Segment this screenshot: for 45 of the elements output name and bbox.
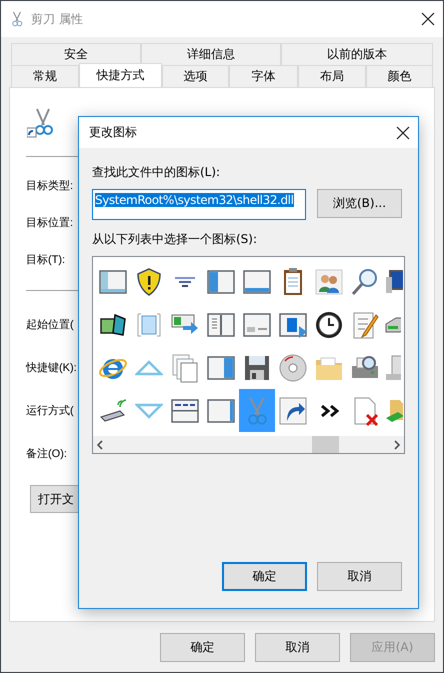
open-file-button[interactable]: 打开文 [30,485,80,513]
field-label: 起始位置( [26,318,74,333]
field-label: 目标位置: [26,216,74,231]
scroll-thumb[interactable] [312,436,339,453]
chevrons-icon [320,404,338,418]
tab[interactable]: 选项 [162,65,229,87]
file-path-field[interactable]: SystemRoot%\system32\shell32.dll [92,189,306,220]
dialog-button[interactable]: 取消 [255,633,340,662]
tab[interactable]: 以前的版本 [281,43,433,65]
field-label: 备注(O): [26,446,67,462]
tab[interactable]: 常规 [11,65,79,87]
folder-network-icon [385,398,403,422]
horizontal-scrollbar[interactable] [93,436,404,453]
up-triangle-icon [135,360,163,376]
dialog-title: 更改图标 [89,124,138,141]
field-label: 快捷键(K): [26,361,77,376]
arrow-window-icon [171,314,199,335]
computer-icon [385,269,403,294]
tab[interactable]: 安全 [11,43,141,65]
tab[interactable]: 颜色 [366,65,433,87]
icon-list-label: 从以下列表中选择一个图标(S): [92,230,258,248]
field-label: 目标(T): [26,253,66,268]
scroll-right-icon[interactable] [393,440,401,450]
disc-icon [277,352,309,384]
usb-icon [100,399,126,422]
dialog-button[interactable]: 取消 [317,562,402,591]
tab[interactable]: 字体 [229,65,298,87]
tab[interactable]: 详细信息 [141,43,281,65]
dialog-button[interactable]: 确定 [160,633,245,662]
file-label: 查找此文件中的图标(L): [92,164,220,180]
shortcut-scissors-icon [27,108,55,138]
filter-icon [174,276,196,288]
close-icon[interactable] [396,126,410,140]
dialog-button[interactable]: 确定 [222,562,307,591]
drive-icon [385,316,401,332]
tab[interactable]: 快捷方式 [79,63,162,87]
field-label: 目标类型: [26,179,74,194]
field-label: 运行方式( [26,404,74,419]
window-title: 剪刀 属性 [31,10,84,28]
close-icon[interactable] [421,12,435,26]
down-triangle-icon [135,402,163,418]
scroll-left-icon[interactable] [96,440,104,450]
tab[interactable]: 布局 [298,65,366,87]
device-icon [385,354,401,380]
browse-button[interactable]: 浏览(B)... [317,189,402,218]
